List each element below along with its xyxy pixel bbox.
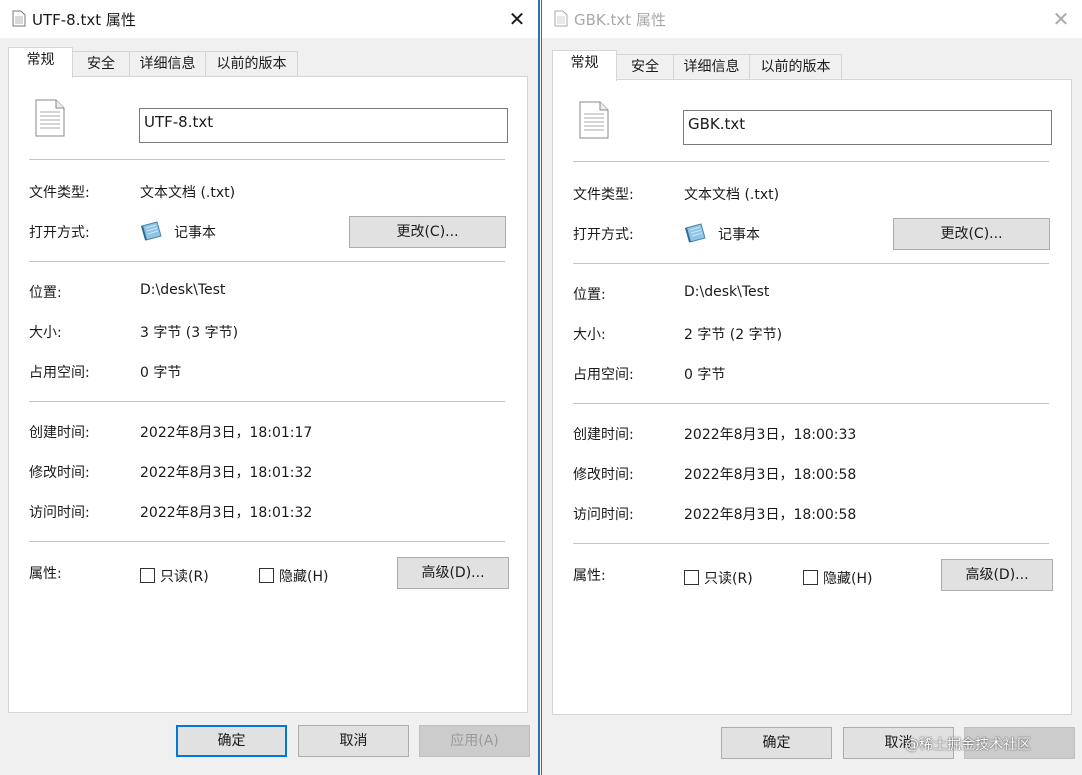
- size-label: 大小:: [573, 327, 606, 343]
- general-panel: UTF-8.txt 文件类型: 文本文档 (.txt) 打开方式: 记事本 更改…: [8, 76, 528, 713]
- file-type-value: 文本文档 (.txt): [140, 185, 236, 201]
- modified-label: 修改时间:: [29, 465, 90, 481]
- size-label: 大小:: [29, 325, 62, 341]
- divider: [29, 401, 505, 402]
- properties-dialog-utf8: UTF-8.txt 属性 ✕ 常规 安全 详细信息 以前的版本 UTF-8.tx…: [0, 0, 540, 775]
- tab-general[interactable]: 常规: [552, 50, 617, 81]
- location-label: 位置:: [29, 285, 62, 301]
- text-file-icon: [35, 99, 65, 141]
- divider: [573, 403, 1049, 404]
- divider: [573, 543, 1049, 544]
- notepad-icon: [683, 222, 707, 248]
- cancel-button[interactable]: 取消: [298, 725, 409, 757]
- tab-previous-versions[interactable]: 以前的版本: [749, 54, 842, 79]
- text-file-icon: [554, 10, 568, 31]
- open-with-app: 记事本: [174, 225, 216, 241]
- location-label: 位置:: [573, 287, 606, 303]
- window-title: GBK.txt 属性: [574, 11, 666, 29]
- divider: [29, 159, 505, 160]
- created-label: 创建时间:: [573, 427, 634, 443]
- readonly-label[interactable]: 只读(R): [160, 566, 209, 586]
- tab-details[interactable]: 详细信息: [129, 51, 206, 76]
- ok-button[interactable]: 确定: [721, 727, 832, 759]
- notepad-icon: [139, 220, 163, 246]
- title-bar[interactable]: GBK.txt 属性 ✕: [542, 0, 1082, 38]
- file-type-value: 文本文档 (.txt): [684, 187, 780, 203]
- readonly-checkbox[interactable]: [140, 568, 155, 583]
- advanced-button[interactable]: 高级(D)...: [941, 559, 1053, 591]
- accessed-label: 访问时间:: [573, 507, 634, 523]
- file-name-input[interactable]: GBK.txt: [683, 110, 1052, 145]
- tab-security[interactable]: 安全: [72, 51, 130, 76]
- close-icon: ✕: [1052, 7, 1070, 31]
- close-button[interactable]: ✕: [502, 4, 532, 34]
- open-with-label: 打开方式:: [29, 225, 90, 241]
- divider: [573, 263, 1049, 264]
- apply-button[interactable]: 应用(A): [419, 725, 530, 757]
- hidden-label[interactable]: 隐藏(H): [823, 568, 872, 588]
- readonly-checkbox[interactable]: [684, 570, 699, 585]
- location-value: D:\desk\Test: [140, 282, 226, 298]
- divider: [29, 261, 505, 262]
- size-value: 2 字节 (2 字节): [684, 327, 783, 343]
- hidden-label[interactable]: 隐藏(H): [279, 566, 328, 586]
- open-with-label: 打开方式:: [573, 227, 634, 243]
- accessed-label: 访问时间:: [29, 505, 90, 521]
- file-type-label: 文件类型:: [29, 185, 90, 201]
- ok-button[interactable]: 确定: [176, 725, 287, 757]
- attributes-label: 属性:: [29, 566, 62, 582]
- file-name-input[interactable]: UTF-8.txt: [139, 108, 508, 143]
- close-button[interactable]: ✕: [1046, 4, 1076, 34]
- title-bar[interactable]: UTF-8.txt 属性 ✕: [0, 0, 538, 38]
- size-on-disk-value: 0 字节: [684, 367, 726, 383]
- tab-details[interactable]: 详细信息: [673, 54, 750, 79]
- window-title: UTF-8.txt 属性: [32, 11, 136, 29]
- file-type-label: 文件类型:: [573, 187, 634, 203]
- created-label: 创建时间:: [29, 425, 90, 441]
- text-file-icon: [579, 101, 609, 143]
- properties-dialog-gbk: GBK.txt 属性 ✕ 常规 安全 详细信息 以前的版本 GBK.txt 文件…: [541, 0, 1082, 775]
- change-button[interactable]: 更改(C)...: [893, 218, 1050, 250]
- created-value: 2022年8月3日，18:01:17: [140, 425, 313, 441]
- tab-security[interactable]: 安全: [616, 54, 674, 79]
- modified-value: 2022年8月3日，18:00:58: [684, 467, 857, 483]
- open-with-app: 记事本: [718, 227, 760, 243]
- size-on-disk-label: 占用空间:: [29, 365, 90, 381]
- modified-label: 修改时间:: [573, 467, 634, 483]
- hidden-checkbox[interactable]: [803, 570, 818, 585]
- size-on-disk-label: 占用空间:: [573, 367, 634, 383]
- attributes-label: 属性:: [573, 568, 606, 584]
- accessed-value: 2022年8月3日，18:00:58: [684, 507, 857, 523]
- tab-previous-versions[interactable]: 以前的版本: [205, 51, 298, 76]
- tab-general[interactable]: 常规: [8, 47, 73, 78]
- change-button[interactable]: 更改(C)...: [349, 216, 506, 248]
- hidden-checkbox[interactable]: [259, 568, 274, 583]
- advanced-button[interactable]: 高级(D)...: [397, 557, 509, 589]
- size-on-disk-value: 0 字节: [140, 365, 182, 381]
- size-value: 3 字节 (3 字节): [140, 325, 239, 341]
- divider: [29, 541, 505, 542]
- readonly-label[interactable]: 只读(R): [704, 568, 753, 588]
- watermark: @稀土掘金技术社区: [905, 737, 1031, 753]
- location-value: D:\desk\Test: [684, 284, 770, 300]
- divider: [573, 161, 1049, 162]
- general-panel: GBK.txt 文件类型: 文本文档 (.txt) 打开方式: 记事本 更改(C…: [552, 79, 1072, 715]
- created-value: 2022年8月3日，18:00:33: [684, 427, 857, 443]
- close-icon: ✕: [508, 7, 526, 31]
- text-file-icon: [12, 10, 26, 31]
- accessed-value: 2022年8月3日，18:01:32: [140, 505, 313, 521]
- modified-value: 2022年8月3日，18:01:32: [140, 465, 313, 481]
